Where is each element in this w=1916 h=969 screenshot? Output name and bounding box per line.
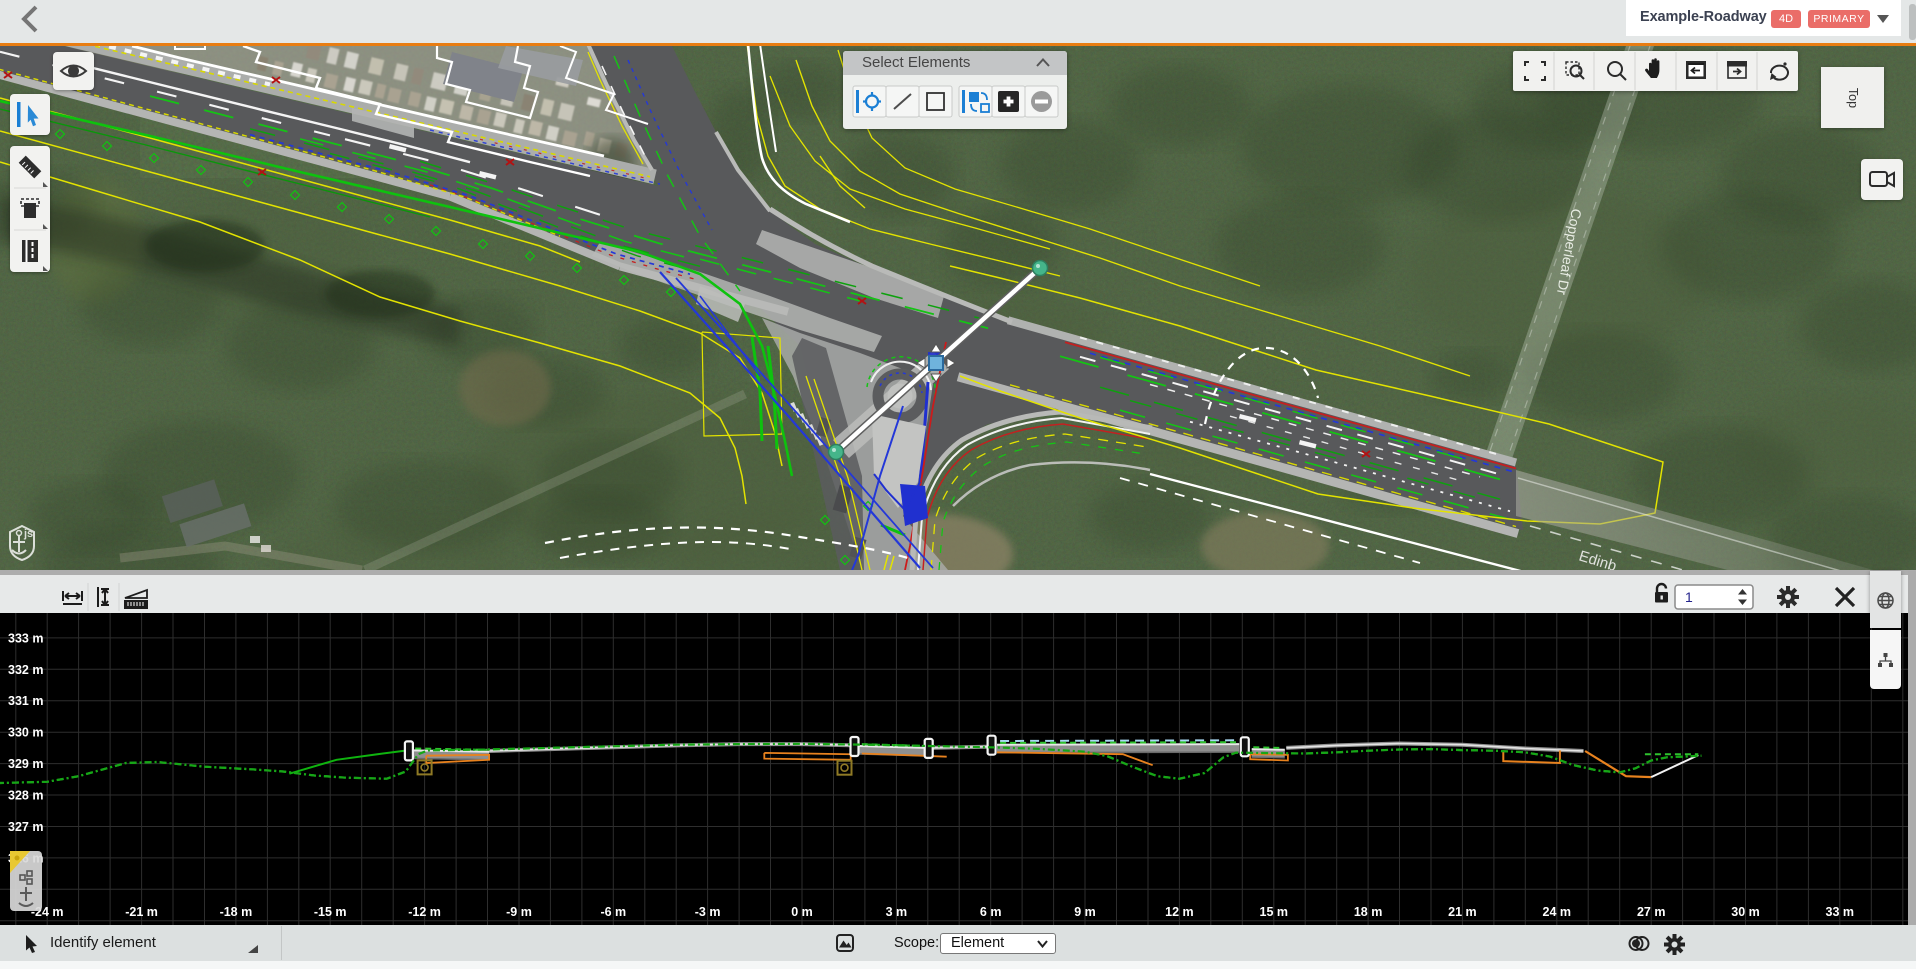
svg-text:0 m: 0 m — [791, 905, 813, 919]
svg-text:15 m: 15 m — [1260, 905, 1289, 919]
svg-text:12 m: 12 m — [1165, 905, 1194, 919]
svg-text:-21 m: -21 m — [125, 905, 158, 919]
svg-text:329 m: 329 m — [8, 757, 43, 771]
svg-text:330 m: 330 m — [8, 726, 43, 740]
svg-text:328 m: 328 m — [8, 789, 43, 803]
svg-text:-3 m: -3 m — [695, 905, 721, 919]
svg-text:-6 m: -6 m — [600, 905, 626, 919]
svg-text:331 m: 331 m — [8, 694, 43, 708]
svg-text:6 m: 6 m — [980, 905, 1002, 919]
svg-text:-18 m: -18 m — [220, 905, 253, 919]
svg-text:-15 m: -15 m — [314, 905, 347, 919]
svg-text:-12 m: -12 m — [408, 905, 441, 919]
svg-text:33 m: 33 m — [1826, 905, 1855, 919]
svg-text:9 m: 9 m — [1074, 905, 1096, 919]
svg-text:js: js — [23, 528, 33, 540]
svg-text:24 m: 24 m — [1543, 905, 1572, 919]
svg-text:1: 1 — [1685, 589, 1693, 605]
svg-text:-9 m: -9 m — [506, 905, 532, 919]
svg-text:21 m: 21 m — [1448, 905, 1477, 919]
svg-text:332 m: 332 m — [8, 663, 43, 677]
svg-text:18 m: 18 m — [1354, 905, 1383, 919]
svg-text:27 m: 27 m — [1637, 905, 1666, 919]
svg-text:30 m: 30 m — [1731, 905, 1760, 919]
svg-text:327 m: 327 m — [8, 820, 43, 834]
svg-text:3 m: 3 m — [886, 905, 908, 919]
svg-text:333 m: 333 m — [8, 631, 43, 645]
